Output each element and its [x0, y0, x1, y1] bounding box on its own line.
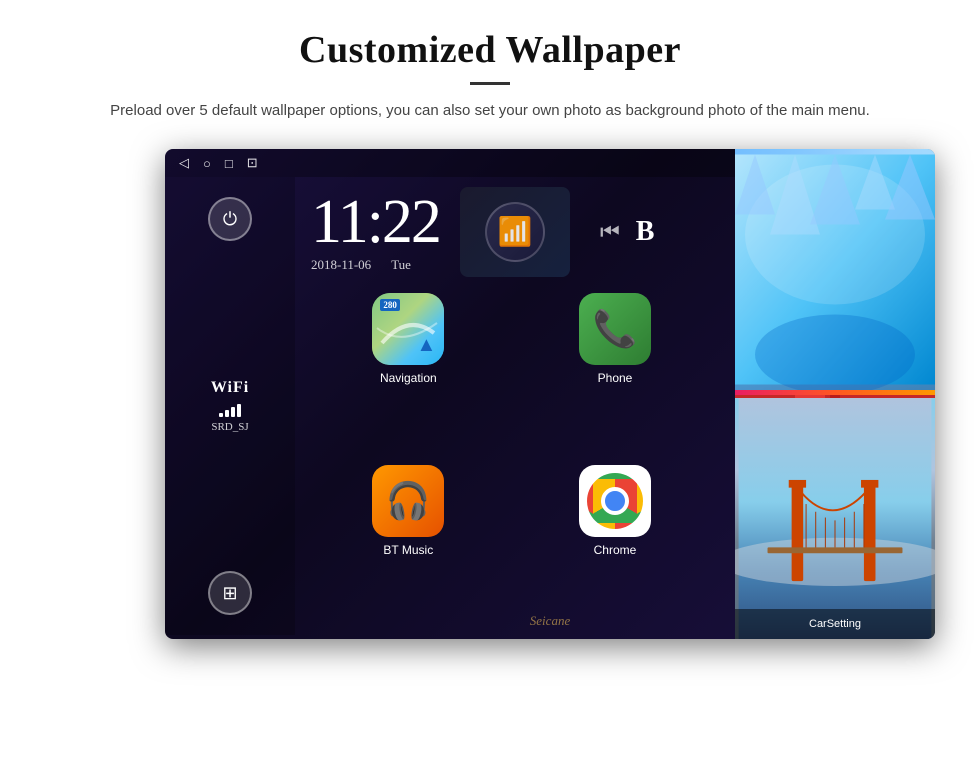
clock-date: 2018-11-06 — [311, 257, 371, 273]
wifi-bar-1 — [219, 413, 223, 417]
sidebar: ⏻ WiFi SRD_SJ ⊞ — [165, 177, 295, 635]
media-widget: 📶 — [460, 187, 570, 277]
ice-cave-svg — [735, 149, 935, 390]
recents-nav-icon[interactable]: □ — [225, 156, 233, 171]
clock-date-row: 2018-11-06 Tue — [311, 257, 440, 273]
page-description: Preload over 5 default wallpaper options… — [80, 99, 900, 123]
apps-button[interactable]: ⊞ — [208, 571, 252, 615]
media-wifi-symbol: 📶 — [498, 215, 533, 249]
navigation-icon-wrapper: 280 ▲ — [372, 293, 444, 365]
bluetooth-symbol: 🎧 — [386, 480, 431, 522]
phone-icon: 📞 — [579, 293, 651, 365]
carsetting-label[interactable]: CarSetting — [735, 609, 935, 639]
bt-music-label: BT Music — [383, 543, 433, 557]
wallpaper-image-1[interactable] — [735, 149, 935, 390]
phone-symbol: 📞 — [593, 308, 638, 350]
main-area: ⏻ WiFi SRD_SJ ⊞ — [165, 177, 935, 635]
watermark: Seicane — [530, 613, 570, 629]
chrome-icon — [579, 465, 651, 537]
app-item-navigation[interactable]: 280 ▲ Navigation — [311, 293, 506, 453]
bt-music-icon: 🎧 — [372, 465, 444, 537]
wallpaper-image-2[interactable]: CarSetting — [735, 398, 935, 639]
wifi-bar-4 — [237, 404, 241, 417]
clock-time: 11:22 — [311, 191, 440, 253]
app-item-bt-music[interactable]: 🎧 BT Music — [311, 465, 506, 625]
chrome-label: Chrome — [594, 543, 637, 557]
bridge-svg — [735, 398, 935, 639]
navigation-icon: 280 ▲ — [372, 293, 444, 365]
device-wrapper: ◁ ○ □ ⊡ ⬥ ▾ 11:22 ⏻ WiFi — [105, 149, 875, 669]
clock-display: 11:22 2018-11-06 Tue — [311, 191, 440, 273]
prev-track-button[interactable]: ⏮ — [600, 219, 620, 245]
status-bar-left: ◁ ○ □ ⊡ — [179, 155, 258, 171]
phone-label: Phone — [598, 371, 633, 385]
power-icon: ⏻ — [223, 209, 237, 230]
wifi-ssid: SRD_SJ — [211, 421, 249, 433]
app-item-phone[interactable]: 📞 Phone — [518, 293, 713, 453]
screenshot-icon[interactable]: ⊡ — [247, 155, 258, 171]
wifi-bars — [211, 401, 249, 417]
page-title: Customized Wallpaper — [80, 28, 900, 72]
wallpaper-divider-bar — [735, 390, 935, 398]
apps-grid-icon: ⊞ — [222, 583, 237, 604]
media-controls: ⏮ B — [600, 216, 655, 248]
back-nav-icon[interactable]: ◁ — [179, 155, 189, 171]
next-letter-label: B — [636, 216, 655, 248]
wifi-label: WiFi — [211, 379, 249, 397]
wallpaper-panel: CarSetting — [735, 149, 935, 639]
app-item-chrome[interactable]: Chrome — [518, 465, 713, 625]
device-screen: ◁ ○ □ ⊡ ⬥ ▾ 11:22 ⏻ WiFi — [165, 149, 935, 639]
clock-day: Tue — [391, 257, 411, 273]
wifi-bar-3 — [231, 407, 235, 417]
home-nav-icon[interactable]: ○ — [203, 156, 211, 171]
chrome-circle-inner — [601, 487, 629, 515]
wifi-info: WiFi SRD_SJ — [211, 379, 249, 433]
chrome-circle-outer — [587, 473, 643, 529]
nav-direction-arrow: ▲ — [417, 334, 437, 357]
media-icon: 📶 — [485, 202, 545, 262]
wifi-bar-2 — [225, 410, 229, 417]
navigation-label: Navigation — [380, 371, 437, 385]
page-header: Customized Wallpaper Preload over 5 defa… — [0, 0, 980, 139]
power-button[interactable]: ⏻ — [208, 197, 252, 241]
title-divider — [470, 82, 510, 85]
